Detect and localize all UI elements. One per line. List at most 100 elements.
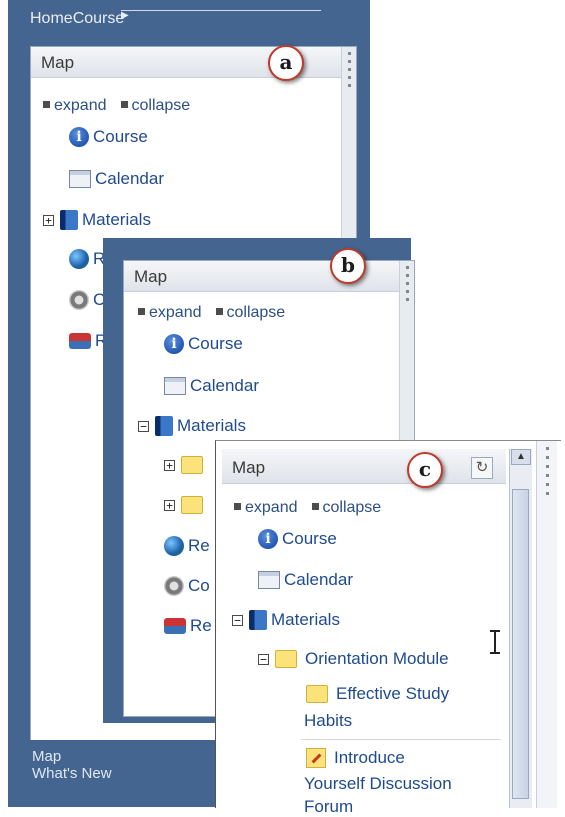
tree-item-label: Re <box>190 616 212 635</box>
collapse-icon <box>311 503 319 511</box>
tree-item-orientation-module[interactable]: − Orientation Module <box>258 649 449 669</box>
tree-item-materials[interactable]: − Materials <box>232 610 340 630</box>
folder-icon <box>306 685 328 703</box>
tree-item-folder-1[interactable]: + <box>164 456 207 474</box>
expand-plus-icon[interactable]: + <box>164 499 175 511</box>
collapse-link[interactable]: collapse <box>323 499 382 516</box>
gear-icon <box>164 576 184 596</box>
tree-item-c[interactable]: C <box>69 290 105 310</box>
calendar-icon <box>69 170 91 188</box>
folder-icon <box>275 650 297 668</box>
expand-link[interactable]: expand <box>245 499 298 516</box>
collapse-icon <box>215 308 223 316</box>
expand-icon <box>43 101 50 109</box>
tree-item-label: Yourself Discussion <box>304 774 452 793</box>
tree-item-label: Calendar <box>190 376 259 395</box>
vertical-scrollbar[interactable]: ▲ <box>509 449 532 808</box>
tree-item-materials[interactable]: − Materials <box>138 416 246 436</box>
book-icon <box>155 416 173 436</box>
tree-item-label: Habits <box>304 711 353 730</box>
breadcrumb: Home ▶ Course <box>30 10 321 28</box>
window-c: Map ↻ expand collapse i Course Calendar − M… <box>215 440 561 816</box>
tree-item-label: Calendar <box>95 169 164 188</box>
info-icon: i <box>258 529 278 549</box>
tree-item-calendar[interactable]: Calendar <box>258 570 353 590</box>
map-header: Map <box>31 47 356 78</box>
map-panel-c: Map ↻ expand collapse i Course Calendar − M… <box>216 441 506 816</box>
tree-item-calendar[interactable]: Calendar <box>69 169 164 189</box>
expand-link[interactable]: expand <box>149 304 202 321</box>
tree-item-r2[interactable]: R <box>69 331 107 351</box>
collapse-minus-icon[interactable]: − <box>138 420 149 432</box>
divider <box>301 739 501 740</box>
map-title: Map <box>41 53 75 72</box>
tree-item-introduce-yourself-cont2[interactable]: Forum <box>304 797 353 817</box>
expand-collapse-controls: expand collapse <box>138 304 285 322</box>
tree-item-course[interactable]: i Course <box>164 334 243 354</box>
tree-item-label: Co <box>188 576 210 595</box>
collapse-minus-icon[interactable]: − <box>232 614 243 626</box>
expand-plus-icon[interactable]: + <box>164 459 175 471</box>
book-icon <box>249 610 267 630</box>
globe-icon <box>164 536 184 556</box>
discussion-icon <box>306 748 326 768</box>
tree-item-materials[interactable]: + Materials <box>43 210 151 230</box>
callout-c: c <box>407 452 443 488</box>
callout-b: b <box>330 248 366 284</box>
scrollbar-thumb[interactable] <box>512 489 529 799</box>
tree-item-introduce-yourself-cont[interactable]: Yourself Discussion <box>304 774 452 794</box>
tree-item-label: Orientation Module <box>305 649 449 668</box>
gear-icon <box>69 290 89 310</box>
book-icon <box>60 210 78 230</box>
resize-grip[interactable] <box>536 441 557 808</box>
folder-icon <box>181 456 203 474</box>
tree-item-label: Calendar <box>284 570 353 589</box>
refresh-icon[interactable]: ↻ <box>471 457 493 479</box>
tree-item-resources[interactable]: Re <box>164 536 210 556</box>
tree-item-effective-study-habits[interactable]: Effective Study <box>306 684 449 704</box>
tree-item-resources[interactable]: R <box>69 249 105 269</box>
map-header: Map <box>222 449 506 484</box>
collapse-link[interactable]: collapse <box>227 304 286 321</box>
collapse-minus-icon[interactable]: − <box>258 653 269 665</box>
breadcrumb-separator-icon: ▶ <box>121 10 321 21</box>
tree-item-calendar[interactable]: Calendar <box>164 376 259 396</box>
bottom-link-map[interactable]: Map <box>32 748 218 765</box>
expand-icon <box>234 503 241 511</box>
expand-link[interactable]: expand <box>54 97 107 114</box>
expand-plus-icon[interactable]: + <box>43 214 54 226</box>
tree-item-label: Course <box>93 127 148 146</box>
expand-icon <box>138 308 145 316</box>
callout-a: a <box>268 45 304 81</box>
tree-item-effective-study-habits-cont[interactable]: Habits <box>304 711 352 731</box>
tree-item-introduce-yourself[interactable]: Introduce <box>306 748 405 768</box>
map-title: Map <box>232 458 266 477</box>
tree-item-label: Introduce <box>334 748 405 767</box>
tree-item-label: Re <box>188 536 210 555</box>
map-header: Map <box>124 261 414 292</box>
text-cursor-icon <box>490 630 500 654</box>
bottom-link-whats-new[interactable]: What's New <box>32 765 218 782</box>
breadcrumb-home[interactable]: Home <box>30 10 73 27</box>
tree-item-course[interactable]: i Course <box>69 127 148 147</box>
info-icon: i <box>69 127 89 147</box>
calendar-icon <box>164 377 186 395</box>
collapse-icon <box>120 101 128 109</box>
tree-item-co[interactable]: Co <box>164 576 210 596</box>
tree-item-label: Course <box>282 529 337 548</box>
scroll-up-icon[interactable]: ▲ <box>511 449 531 465</box>
info-icon: i <box>164 334 184 354</box>
tree-item-re2[interactable]: Re <box>164 616 212 636</box>
bus-icon <box>164 618 186 634</box>
tree-item-course[interactable]: i Course <box>258 529 337 549</box>
folder-icon <box>181 496 203 514</box>
breadcrumb-course[interactable]: Course <box>73 10 125 27</box>
map-title: Map <box>134 267 168 286</box>
tree-item-label: Course <box>188 334 243 353</box>
tree-item-label: Materials <box>82 210 151 229</box>
tree-item-label: Materials <box>177 416 246 435</box>
collapse-link[interactable]: collapse <box>132 97 191 114</box>
bus-icon <box>69 333 91 349</box>
tree-item-folder-2[interactable]: + <box>164 496 207 514</box>
bottom-nav: Map What's New <box>8 740 218 807</box>
